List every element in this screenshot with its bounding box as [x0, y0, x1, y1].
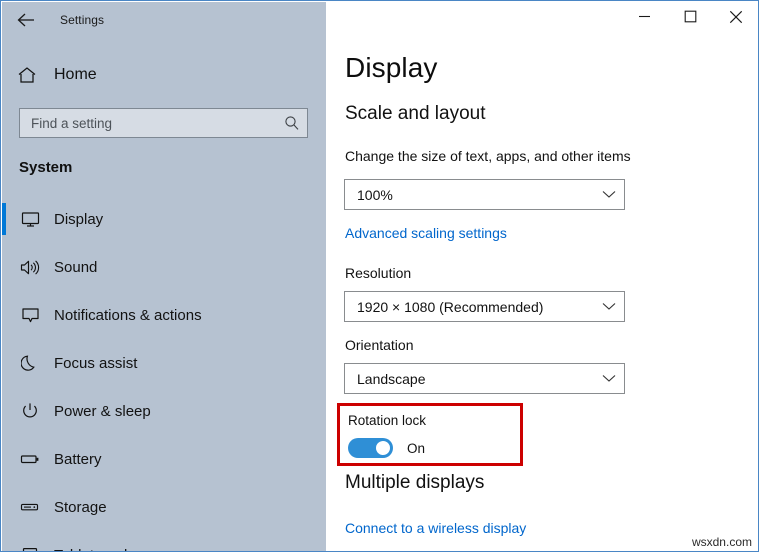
selection-accent-bar: [2, 443, 6, 475]
sidebar-section-title: System: [19, 159, 72, 176]
window-title: Settings: [60, 13, 104, 27]
sidebar-nav-list: Display Sound: [2, 195, 326, 552]
page-title: Display: [345, 52, 438, 84]
main-content: Display Scale and layout Change the size…: [326, 2, 759, 552]
sidebar-item-notifications[interactable]: Notifications & actions: [2, 291, 326, 339]
resolution-dropdown[interactable]: 1920 × 1080 (Recommended): [344, 291, 625, 322]
connect-wireless-display-link[interactable]: Connect to a wireless display: [345, 520, 526, 536]
monitor-icon: [17, 208, 43, 230]
orientation-dropdown[interactable]: Landscape: [344, 363, 625, 394]
settings-window: Settings Home System: [0, 0, 759, 552]
sidebar-item-storage-label: Storage: [54, 499, 107, 516]
sidebar-item-power-sleep[interactable]: Power & sleep: [2, 387, 326, 435]
scale-dropdown-value: 100%: [345, 187, 594, 203]
speaker-icon: [17, 256, 43, 278]
sidebar-item-display[interactable]: Display: [2, 195, 326, 243]
scale-field-label: Change the size of text, apps, and other…: [345, 148, 631, 164]
close-icon: [729, 10, 743, 27]
rotation-lock-label: Rotation lock: [348, 413, 426, 428]
resolution-field-label: Resolution: [345, 265, 411, 281]
storage-icon: [17, 496, 43, 518]
rotation-lock-toggle-row[interactable]: On: [348, 438, 425, 458]
sidebar-item-battery[interactable]: Battery: [2, 435, 326, 483]
sidebar-item-power-sleep-label: Power & sleep: [54, 403, 151, 420]
selection-accent-bar: [2, 347, 6, 379]
sidebar-item-focus-assist[interactable]: Focus assist: [2, 339, 326, 387]
sidebar-item-storage[interactable]: Storage: [2, 483, 326, 531]
back-button[interactable]: [4, 4, 48, 36]
home-icon: [17, 66, 43, 84]
sidebar-item-sound-label: Sound: [54, 259, 97, 276]
search-icon[interactable]: [277, 115, 307, 131]
selection-accent-bar: [2, 395, 6, 427]
search-box[interactable]: [19, 108, 308, 138]
selection-accent-bar: [2, 251, 6, 283]
selection-accent-bar: [2, 491, 6, 523]
scale-and-layout-heading: Scale and layout: [345, 103, 486, 125]
tablet-icon: [17, 544, 43, 552]
notification-icon: [17, 304, 43, 326]
sidebar-item-tablet-mode[interactable]: Tablet mode: [2, 531, 326, 552]
moon-icon: [17, 352, 43, 374]
chevron-down-icon: [594, 190, 624, 199]
toggle-knob: [376, 441, 390, 455]
selection-accent-bar: [2, 299, 6, 331]
multiple-displays-heading: Multiple displays: [345, 472, 484, 494]
chevron-down-icon: [594, 374, 624, 383]
titlebar-left: Settings: [2, 2, 326, 38]
search-input[interactable]: [20, 116, 277, 131]
sidebar-item-display-label: Display: [54, 211, 103, 228]
sidebar: Settings Home System: [2, 2, 326, 552]
power-icon: [17, 400, 43, 422]
resolution-dropdown-value: 1920 × 1080 (Recommended): [345, 299, 594, 315]
advanced-scaling-settings-link[interactable]: Advanced scaling settings: [345, 225, 507, 241]
sidebar-item-focus-assist-label: Focus assist: [54, 355, 137, 372]
rotation-lock-highlight-box: Rotation lock On: [337, 403, 523, 466]
minimize-button[interactable]: [621, 2, 667, 34]
sidebar-item-battery-label: Battery: [54, 451, 102, 468]
scale-dropdown[interactable]: 100%: [344, 179, 625, 210]
sidebar-item-home-label: Home: [54, 66, 97, 84]
selection-accent-bar: [2, 539, 6, 552]
battery-icon: [17, 448, 43, 470]
sidebar-item-home[interactable]: Home: [2, 57, 326, 93]
rotation-lock-toggle[interactable]: [348, 438, 393, 458]
sidebar-item-tablet-mode-label: Tablet mode: [54, 547, 136, 552]
back-arrow-icon: [16, 12, 36, 28]
rotation-lock-state-label: On: [407, 441, 425, 456]
maximize-button[interactable]: [667, 2, 713, 34]
close-button[interactable]: [713, 2, 759, 34]
orientation-field-label: Orientation: [345, 337, 413, 353]
sidebar-item-notifications-label: Notifications & actions: [54, 307, 202, 324]
maximize-icon: [684, 10, 697, 26]
selection-accent-bar: [2, 203, 6, 235]
sidebar-item-sound[interactable]: Sound: [2, 243, 326, 291]
window-controls: [621, 2, 759, 34]
chevron-down-icon: [594, 302, 624, 311]
minimize-icon: [638, 10, 651, 26]
watermark: wsxdn.com: [692, 535, 752, 549]
orientation-dropdown-value: Landscape: [345, 371, 594, 387]
